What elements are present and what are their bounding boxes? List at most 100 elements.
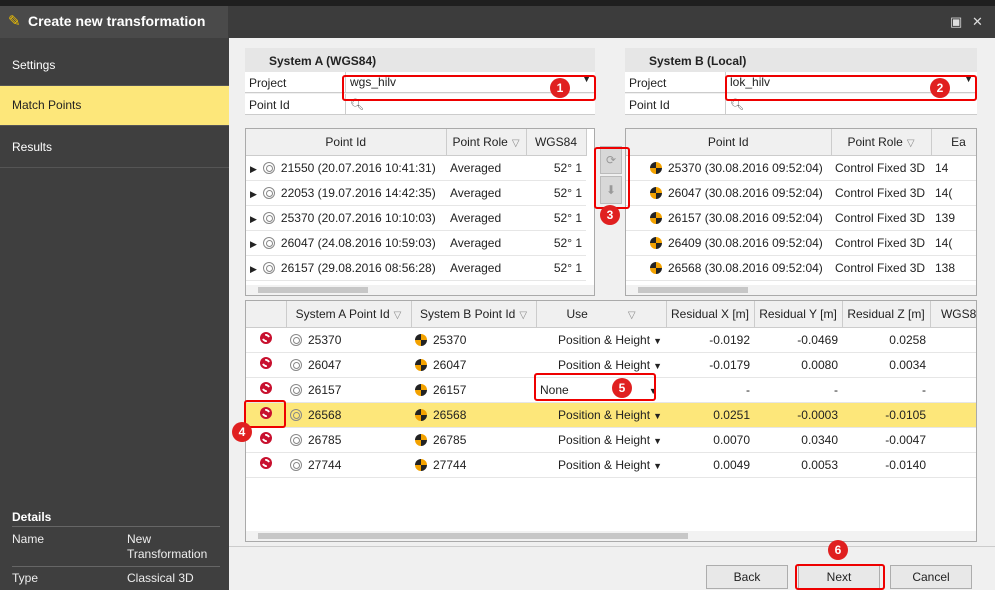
annotation-badge: 3 xyxy=(600,205,620,225)
system-a-id-cell: 26568 xyxy=(286,402,411,428)
residual-x-cell: 0.0070 xyxy=(666,427,754,453)
column-header[interactable]: Point Id xyxy=(626,129,832,156)
table-row[interactable]: 26409 (30.08.2016 09:52:04) Control Fixed… xyxy=(626,230,976,256)
control-point-icon xyxy=(415,458,427,471)
transform-status-icon[interactable] xyxy=(260,382,272,394)
system-a-points-grid: Point Id Point Role ▽ WGS84 ▶ 21550 (20.07… xyxy=(245,128,595,296)
filter-icon[interactable]: ▽ xyxy=(394,310,402,321)
status-cell[interactable] xyxy=(246,427,286,453)
expand-icon[interactable]: ▶ xyxy=(250,239,257,249)
point-id-text: 22053 (19.07.2016 14:42:35) xyxy=(280,185,436,200)
divider xyxy=(12,566,220,567)
expand-icon[interactable]: ▶ xyxy=(250,164,257,174)
column-label: System A Point Id xyxy=(295,306,390,321)
column-header[interactable]: Point Role ▽ xyxy=(831,129,932,156)
transform-status-icon[interactable] xyxy=(260,432,272,444)
sidebar-item-label: Settings xyxy=(12,58,56,72)
point-id-text: 26568 (30.08.2016 09:52:04) xyxy=(668,260,823,275)
chevron-down-icon[interactable]: ▼ xyxy=(653,361,662,371)
use-select[interactable]: Position & Height ▼ xyxy=(536,452,666,478)
column-header[interactable]: Residual X [m] xyxy=(666,301,755,328)
averaged-point-icon xyxy=(262,186,275,199)
system-b-points-grid: Point Id Point Role ▽ Ea 25370 (30.08.201… xyxy=(625,128,977,296)
table-row[interactable]: 25370 (30.08.2016 09:52:04) Control Fixed… xyxy=(626,155,976,181)
table-row[interactable]: ▶ 21550 (20.07.2016 10:41:31) Averaged 52° … xyxy=(246,155,586,181)
scrollbar-thumb[interactable] xyxy=(258,533,688,539)
point-id-text: 26157 xyxy=(308,382,342,397)
point-role-cell: Averaged xyxy=(446,155,526,181)
wgs84-cell: 52° 1 xyxy=(526,180,586,206)
table-row[interactable]: 27744 27744 Position & Height ▼ 0.0049 0.0053… xyxy=(246,452,976,478)
column-header[interactable]: System B Point Id ▽ xyxy=(411,301,537,328)
point-id-text: 26047 xyxy=(433,357,467,372)
column-header[interactable]: Point Id xyxy=(246,129,447,156)
status-cell[interactable] xyxy=(246,452,286,478)
table-row[interactable]: 26047 (30.08.2016 09:52:04) Control Fixed… xyxy=(626,180,976,206)
filter-icon[interactable]: ▽ xyxy=(628,310,636,321)
column-header[interactable]: Residual Z [m] xyxy=(842,301,931,328)
expand-icon[interactable]: ▶ xyxy=(250,189,257,199)
horizontal-scrollbar[interactable] xyxy=(626,285,976,295)
table-row[interactable]: 26785 26785 Position & Height ▼ 0.0070 0.0340… xyxy=(246,427,976,453)
filter-icon[interactable]: ▽ xyxy=(519,310,527,321)
cancel-button[interactable]: Cancel xyxy=(890,565,972,589)
column-header[interactable]: Use ▽ xyxy=(536,301,667,328)
point-id-text: 26568 xyxy=(308,407,342,422)
point-id-text: 26157 xyxy=(433,382,467,397)
chevron-down-icon[interactable]: ▼ xyxy=(653,461,662,471)
status-cell[interactable] xyxy=(246,327,286,353)
pointid-label: Point Id xyxy=(629,98,670,112)
table-row[interactable]: ▶ 25370 (20.07.2016 10:10:03) Averaged 52° … xyxy=(246,205,586,231)
system-b-heading: System B (Local) xyxy=(625,48,977,72)
point-role-cell: Control Fixed 3D xyxy=(831,230,931,256)
use-select[interactable]: Position & Height ▼ xyxy=(536,427,666,453)
scrollbar-thumb[interactable] xyxy=(638,287,748,293)
column-header[interactable]: WGS84 xyxy=(526,129,587,156)
transform-status-icon[interactable] xyxy=(260,457,272,469)
column-header[interactable]: System A Point Id ▽ xyxy=(286,301,412,328)
horizontal-scrollbar[interactable] xyxy=(246,531,976,541)
point-id-text: 25370 xyxy=(433,332,467,347)
residual-x-cell: 0.0251 xyxy=(666,402,754,428)
point-role-cell: Control Fixed 3D xyxy=(831,155,931,181)
chevron-down-icon[interactable]: ▼ xyxy=(653,436,662,446)
column-header[interactable]: Ea xyxy=(931,129,976,156)
chevron-down-icon[interactable]: ▼ xyxy=(653,411,662,421)
close-icon[interactable]: ✕ xyxy=(972,14,983,30)
expand-icon[interactable]: ▶ xyxy=(250,214,257,224)
use-select[interactable]: Position & Height ▼ xyxy=(536,327,666,353)
filter-icon[interactable]: ▽ xyxy=(512,138,520,149)
expand-icon[interactable]: ▶ xyxy=(250,264,257,274)
table-row[interactable]: 26568 26568 Position & Height ▼ 0.0251 -0.000… xyxy=(246,402,976,428)
table-row[interactable]: ▶ 22053 (19.07.2016 14:42:35) Averaged 52° … xyxy=(246,180,586,206)
status-cell[interactable] xyxy=(246,352,286,378)
system-b-id-cell: 26157 xyxy=(411,377,536,403)
sidebar-item-label: Results xyxy=(12,140,53,154)
transform-status-icon[interactable] xyxy=(260,357,272,369)
point-id-text: 25370 (20.07.2016 10:10:03) xyxy=(280,210,436,225)
back-button[interactable]: Back xyxy=(706,565,788,589)
use-select[interactable]: Position & Height ▼ xyxy=(536,402,666,428)
restore-icon[interactable]: ▣ xyxy=(950,14,962,30)
sidebar-item-settings[interactable]: Settings xyxy=(0,46,229,86)
table-row[interactable]: ▶ 26047 (24.08.2016 10:59:03) Averaged 52° … xyxy=(246,230,586,256)
point-id-text: 21550 (20.07.2016 10:41:31) xyxy=(280,160,436,175)
sidebar-item-match-points[interactable]: Match Points xyxy=(0,86,239,126)
scrollbar-thumb[interactable] xyxy=(258,287,368,293)
residual-x-cell: -0.0192 xyxy=(666,327,754,353)
transform-status-icon[interactable] xyxy=(260,332,272,344)
filter-icon[interactable]: ▽ xyxy=(907,138,915,149)
column-header[interactable]: Point Role ▽ xyxy=(446,129,527,156)
averaged-point-icon xyxy=(262,161,275,174)
column-header[interactable]: WGS84 C xyxy=(930,301,976,328)
chevron-down-icon[interactable]: ▼ xyxy=(653,336,662,346)
horizontal-scrollbar[interactable] xyxy=(246,285,594,295)
point-id-text: 26157 (30.08.2016 09:52:04) xyxy=(668,210,823,225)
table-row[interactable]: 26568 (30.08.2016 09:52:04) Control Fixed… xyxy=(626,255,976,281)
column-header[interactable]: Residual Y [m] xyxy=(754,301,843,328)
table-row[interactable]: ▶ 26157 (29.08.2016 08:56:28) Averaged 52° … xyxy=(246,255,586,281)
table-row[interactable]: 26157 (30.08.2016 09:52:04) Control Fixed… xyxy=(626,205,976,231)
table-row[interactable]: 25370 25370 Position & Height ▼ -0.0192 -0.04… xyxy=(246,327,976,353)
sidebar-item-results[interactable]: Results xyxy=(0,128,229,168)
status-cell[interactable] xyxy=(246,377,286,403)
